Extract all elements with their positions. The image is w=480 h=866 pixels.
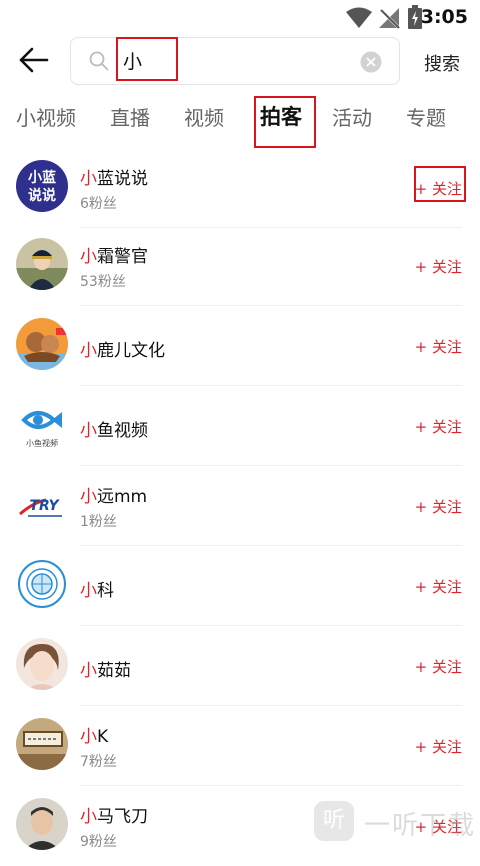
avatar[interactable]: TRY (16, 478, 68, 530)
name-highlight: 小 (80, 341, 97, 361)
follow-button[interactable]: + 关注 (415, 256, 462, 277)
clear-icon[interactable] (360, 51, 382, 73)
name-rest: 茹茹 (97, 661, 131, 681)
follow-button[interactable]: + 关注 (415, 656, 462, 677)
follow-button[interactable]: + 关注 (415, 336, 462, 357)
fans-count: 9粉丝 (80, 834, 117, 850)
avatar[interactable] (16, 638, 68, 690)
fans-count: 53粉丝 (80, 274, 126, 290)
name-rest: K (97, 727, 109, 747)
result-row[interactable]: 小茹茹 + 关注 (16, 626, 462, 706)
result-name[interactable]: 小蓝说说 (80, 164, 148, 189)
svg-text:说说: 说说 (28, 187, 56, 204)
name-rest: 科 (97, 581, 114, 601)
watermark: 听 一听下载 (314, 795, 474, 851)
fans-count: 7粉丝 (80, 754, 117, 770)
search-button[interactable]: 搜索 (424, 50, 460, 76)
result-name[interactable]: 小马飞刀 (80, 802, 148, 827)
search-icon (89, 51, 109, 71)
no-signal-icon (378, 7, 400, 29)
status-bar: 3:05 (0, 0, 480, 34)
tab-video[interactable]: 视频 (184, 102, 224, 131)
avatar[interactable]: 小鱼视频 (16, 398, 68, 450)
name-highlight: 小 (80, 487, 97, 507)
name-highlight: 小 (80, 421, 97, 441)
name-rest: 鱼视频 (97, 421, 148, 441)
follow-button[interactable]: + 关注 (415, 576, 462, 597)
watermark-logo-icon: 听 (314, 801, 354, 841)
tab-live[interactable]: 直播 (110, 102, 150, 131)
avatar[interactable] (16, 318, 68, 370)
result-name[interactable]: 小科 (80, 576, 114, 601)
result-name[interactable]: 小K (80, 722, 108, 747)
svg-text:TRY: TRY (29, 498, 60, 514)
avatar[interactable] (16, 238, 68, 290)
follow-highlight-box (414, 166, 466, 202)
result-name[interactable]: 小鱼视频 (80, 416, 148, 441)
name-rest: 鹿儿文化 (97, 341, 165, 361)
follow-button[interactable]: + 关注 (415, 496, 462, 517)
avatar[interactable] (16, 558, 68, 610)
name-highlight: 小 (80, 581, 97, 601)
name-rest: 远mm (97, 487, 148, 507)
category-tabs: 小视频 直播 视频 拍客 活动 专题 (0, 102, 480, 138)
name-rest: 蓝说说 (97, 169, 148, 189)
query-highlight-box (116, 37, 178, 81)
follow-button[interactable]: + 关注 (415, 416, 462, 437)
name-highlight: 小 (80, 169, 97, 189)
avatar[interactable] (16, 798, 68, 850)
result-name[interactable]: 小茹茹 (80, 656, 131, 681)
fans-count: 1粉丝 (80, 514, 117, 530)
result-name[interactable]: 小霜警官 (80, 242, 148, 267)
back-arrow-icon[interactable] (18, 44, 50, 76)
result-row[interactable]: 小蓝 说说 小蓝说说 6粉丝 + 关注 (16, 148, 462, 228)
result-name[interactable]: 小鹿儿文化 (80, 336, 165, 361)
fans-count: 6粉丝 (80, 196, 117, 212)
tab-topics[interactable]: 专题 (406, 102, 446, 131)
result-row[interactable]: 小霜警官 53粉丝 + 关注 (16, 226, 462, 306)
result-row[interactable]: 小K 7粉丝 + 关注 (16, 706, 462, 786)
name-rest: 马飞刀 (97, 807, 148, 827)
name-rest: 霜警官 (97, 247, 148, 267)
wifi-icon (346, 7, 372, 28)
result-row[interactable]: 小鱼视频 小鱼视频 + 关注 (16, 386, 462, 466)
avatar[interactable]: 小蓝 说说 (16, 160, 68, 212)
name-highlight: 小 (80, 807, 97, 827)
follow-button[interactable]: + 关注 (415, 736, 462, 757)
name-highlight: 小 (80, 661, 97, 681)
name-highlight: 小 (80, 247, 97, 267)
svg-text:小鱼视频: 小鱼视频 (26, 438, 58, 448)
result-row[interactable]: 小鹿儿文化 + 关注 (16, 306, 462, 386)
result-row[interactable]: TRY 小远mm 1粉丝 + 关注 (16, 466, 462, 546)
tab-events[interactable]: 活动 (332, 102, 372, 131)
avatar[interactable] (16, 718, 68, 770)
name-highlight: 小 (80, 727, 97, 747)
svg-text:小蓝: 小蓝 (28, 169, 56, 186)
status-time: 3:05 (420, 6, 468, 28)
tab-highlight-box (254, 96, 316, 148)
result-name[interactable]: 小远mm (80, 482, 147, 507)
watermark-text: 一听下载 (364, 811, 477, 841)
result-row[interactable]: 小科 + 关注 (16, 546, 462, 626)
tab-short-video[interactable]: 小视频 (16, 102, 76, 131)
